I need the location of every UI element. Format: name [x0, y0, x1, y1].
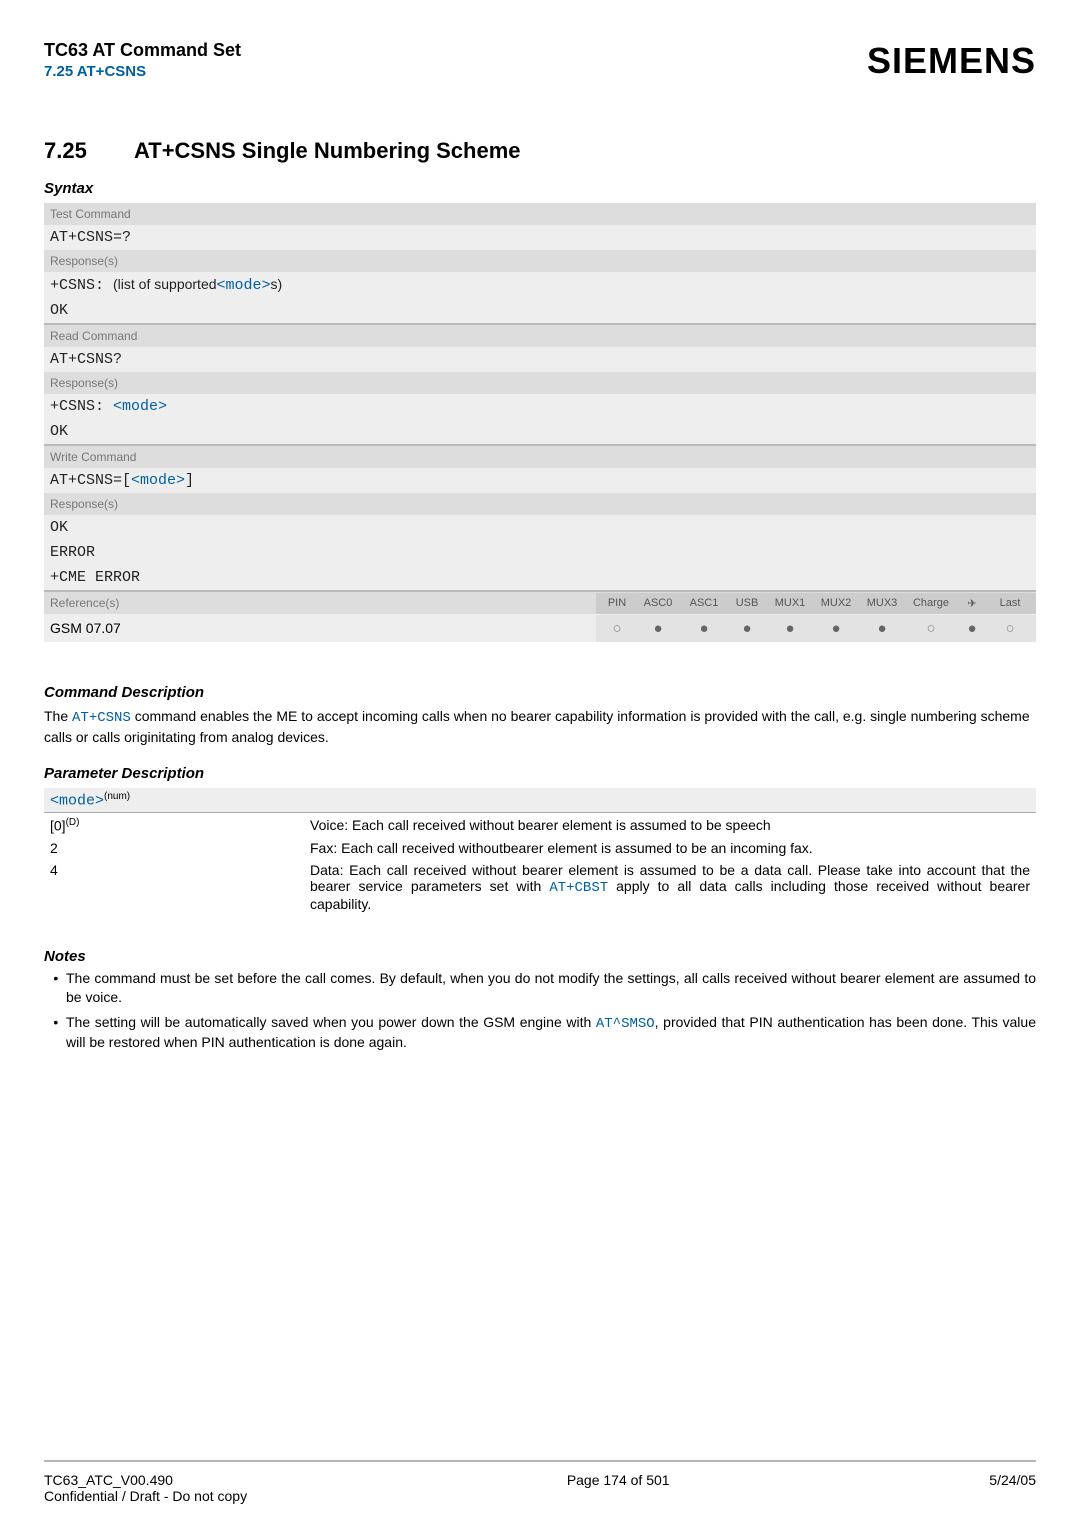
dot-plane: ● [960, 621, 984, 636]
command-description-text: The AT+CSNS command enables the ME to ac… [44, 707, 1036, 747]
read-ok: OK [44, 419, 1036, 444]
dot-last: ○ [990, 621, 1030, 636]
test-resp-suffix: s) [271, 276, 283, 292]
dot-pin: ○ [602, 621, 632, 636]
note-1-pre: The setting will be automatically saved … [66, 1014, 596, 1030]
section-heading: 7.25AT+CSNS Single Numbering Scheme [44, 138, 1036, 164]
col-pin: PIN [602, 597, 632, 609]
footer-doc: TC63_ATC_V00.490 [44, 1472, 247, 1488]
col-mux2: MUX2 [816, 597, 856, 609]
at-csns-link[interactable]: AT+CSNS [72, 710, 131, 726]
reference-value-row: GSM 07.07 ○ ● ● ● ● ● ● ○ ● ○ [44, 614, 1036, 642]
read-response: +CSNS: <mode> [44, 394, 1036, 419]
parameter-table: <mode>(num) [0](D) Voice: Each call rece… [44, 788, 1036, 914]
header: TC63 AT Command Set 7.25 AT+CSNS SIEMENS [44, 40, 1036, 82]
dot-mux1: ● [770, 621, 810, 636]
siemens-logo: SIEMENS [867, 40, 1036, 82]
command-description-heading: Command Description [44, 684, 1036, 701]
section-title: AT+CSNS Single Numbering Scheme [134, 138, 521, 163]
col-mux3: MUX3 [862, 597, 902, 609]
mode-link[interactable]: <mode> [217, 277, 271, 294]
write-error: ERROR [44, 540, 1036, 565]
write-cmd-suffix: ] [185, 472, 194, 489]
col-plane-icon: ✈ [960, 597, 984, 610]
param-key-0-sup: (D) [66, 817, 80, 828]
col-charge: Charge [908, 597, 954, 609]
param-val-2: Data: Each call received without bearer … [310, 862, 1030, 912]
at-cbst-link[interactable]: AT+CBST [549, 880, 608, 896]
test-ok: OK [44, 298, 1036, 323]
read-command-label: Read Command [44, 323, 1036, 347]
page: TC63 AT Command Set 7.25 AT+CSNS SIEMENS… [0, 0, 1080, 1528]
test-command: AT+CSNS=? [44, 225, 1036, 250]
cd-post: command enables the ME to accept incomin… [44, 708, 1030, 745]
read-command: AT+CSNS? [44, 347, 1036, 372]
dot-mux2: ● [816, 621, 856, 636]
dot-charge: ○ [908, 621, 954, 636]
mode-link[interactable]: <mode> [131, 472, 185, 489]
test-resp-prefix: +CSNS: [50, 277, 113, 294]
footer-left: TC63_ATC_V00.490 Confidential / Draft - … [44, 1472, 247, 1504]
dot-asc1: ● [684, 621, 724, 636]
footer-date: 5/24/05 [989, 1472, 1036, 1504]
test-resp-mid: (list of supported [113, 276, 217, 292]
param-key-0: [0](D) [50, 817, 310, 834]
syntax-heading: Syntax [44, 180, 1036, 197]
footer-conf: Confidential / Draft - Do not copy [44, 1488, 247, 1504]
footer: TC63_ATC_V00.490 Confidential / Draft - … [44, 1460, 1036, 1528]
write-command-label: Write Command [44, 444, 1036, 468]
read-response-label: Response(s) [44, 372, 1036, 394]
param-row-2: 4 Data: Each call received without beare… [44, 858, 1036, 914]
col-asc0: ASC0 [638, 597, 678, 609]
param-head-sup: (num) [104, 791, 130, 802]
reference-dots: ○ ● ● ● ● ● ● ○ ● ○ [596, 615, 1036, 642]
write-cme: +CME ERROR [44, 565, 1036, 590]
param-header: <mode>(num) [44, 788, 1036, 813]
reference-columns: PIN ASC0 ASC1 USB MUX1 MUX2 MUX3 Charge … [596, 593, 1036, 614]
notes-heading: Notes [44, 948, 1036, 965]
test-response: +CSNS: (list of supported<mode>s) [44, 272, 1036, 298]
param-key-1: 2 [50, 840, 310, 856]
param-row-1: 2 Fax: Each call received withoutbearer … [44, 836, 1036, 858]
references-label: Reference(s) [44, 592, 596, 614]
doc-subtitle: 7.25 AT+CSNS [44, 63, 241, 80]
write-command: AT+CSNS=[<mode>] [44, 468, 1036, 493]
section-number: 7.25 [44, 138, 134, 164]
footer-page: Page 174 of 501 [567, 1472, 670, 1504]
command-description-section: Command Description The AT+CSNS command … [44, 668, 1036, 747]
write-response-label: Response(s) [44, 493, 1036, 515]
syntax-box: Test Command AT+CSNS=? Response(s) +CSNS… [44, 203, 1036, 642]
dot-usb: ● [730, 621, 764, 636]
write-ok: OK [44, 515, 1036, 540]
col-mux1: MUX1 [770, 597, 810, 609]
dot-mux3: ● [862, 621, 902, 636]
param-key-0-pre: [0] [50, 818, 66, 834]
mode-link[interactable]: <mode> [50, 792, 104, 809]
cd-pre: The [44, 708, 72, 724]
note-1: The setting will be automatically saved … [66, 1013, 1036, 1053]
col-usb: USB [730, 597, 764, 609]
parameter-description-heading: Parameter Description [44, 765, 1036, 782]
at-smso-link[interactable]: AT^SMSO [596, 1016, 655, 1032]
doc-title: TC63 AT Command Set [44, 40, 241, 61]
read-resp-prefix: +CSNS: [50, 398, 113, 415]
dot-asc0: ● [638, 621, 678, 636]
notes-list: The command must be set before the call … [44, 969, 1036, 1053]
param-key-2: 4 [50, 862, 310, 878]
header-left: TC63 AT Command Set 7.25 AT+CSNS [44, 40, 241, 80]
param-row-0: [0](D) Voice: Each call received without… [44, 813, 1036, 836]
reference-header-row: Reference(s) PIN ASC0 ASC1 USB MUX1 MUX2… [44, 590, 1036, 614]
notes-section: Notes The command must be set before the… [44, 932, 1036, 1059]
col-last: Last [990, 597, 1030, 609]
param-val-0: Voice: Each call received without bearer… [310, 817, 1030, 833]
param-val-1: Fax: Each call received withoutbearer el… [310, 840, 1030, 856]
col-asc1: ASC1 [684, 597, 724, 609]
test-command-label: Test Command [44, 203, 1036, 225]
mode-link[interactable]: <mode> [113, 398, 167, 415]
note-0: The command must be set before the call … [66, 969, 1036, 1007]
reference-value: GSM 07.07 [44, 614, 596, 642]
write-cmd-prefix: AT+CSNS=[ [50, 472, 131, 489]
test-response-label: Response(s) [44, 250, 1036, 272]
